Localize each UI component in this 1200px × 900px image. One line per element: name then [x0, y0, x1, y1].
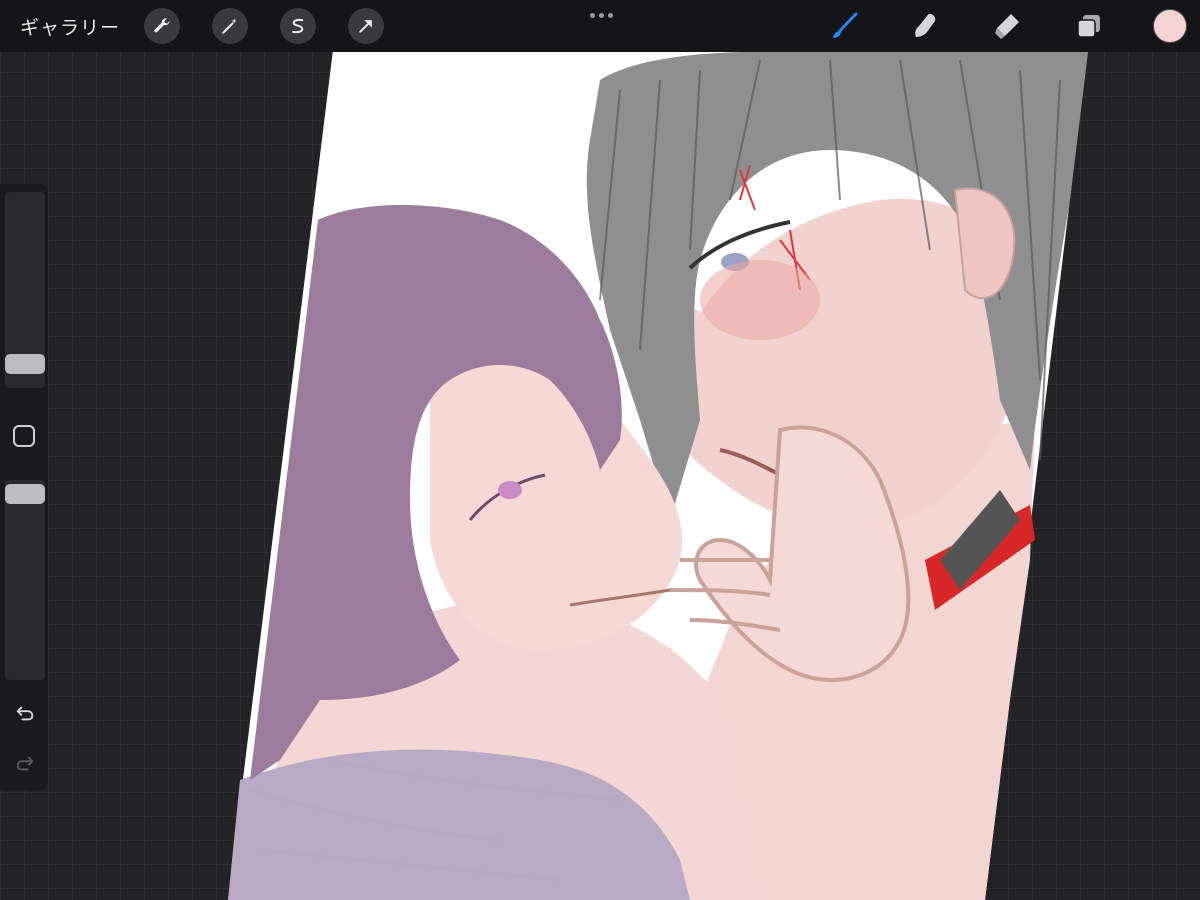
opacity-thumb[interactable]	[5, 484, 45, 504]
workspace: ギャラリー	[0, 0, 1200, 900]
opacity-slider[interactable]	[5, 480, 45, 680]
redo-icon[interactable]	[12, 750, 38, 776]
brush-size-slider[interactable]	[5, 192, 45, 388]
eraser-icon[interactable]	[990, 9, 1024, 43]
arrow-cursor-icon[interactable]	[348, 8, 384, 44]
layers-icon[interactable]	[1072, 9, 1106, 43]
wrench-icon[interactable]	[144, 8, 180, 44]
more-dots-icon[interactable]	[586, 8, 616, 22]
selection-s-icon[interactable]	[280, 8, 316, 44]
magic-wand-icon[interactable]	[212, 8, 248, 44]
undo-icon[interactable]	[12, 700, 38, 726]
brush-size-thumb[interactable]	[5, 354, 45, 374]
top-toolbar: ギャラリー	[0, 0, 1200, 52]
brush-icon[interactable]	[828, 9, 862, 43]
left-sidebar	[0, 184, 48, 790]
smudge-finger-icon[interactable]	[908, 9, 942, 43]
color-picker-swatch[interactable]	[1154, 10, 1186, 42]
gallery-button[interactable]: ギャラリー	[20, 13, 120, 40]
square-modify-icon[interactable]	[13, 425, 35, 447]
artwork-canvas[interactable]	[0, 0, 1200, 900]
